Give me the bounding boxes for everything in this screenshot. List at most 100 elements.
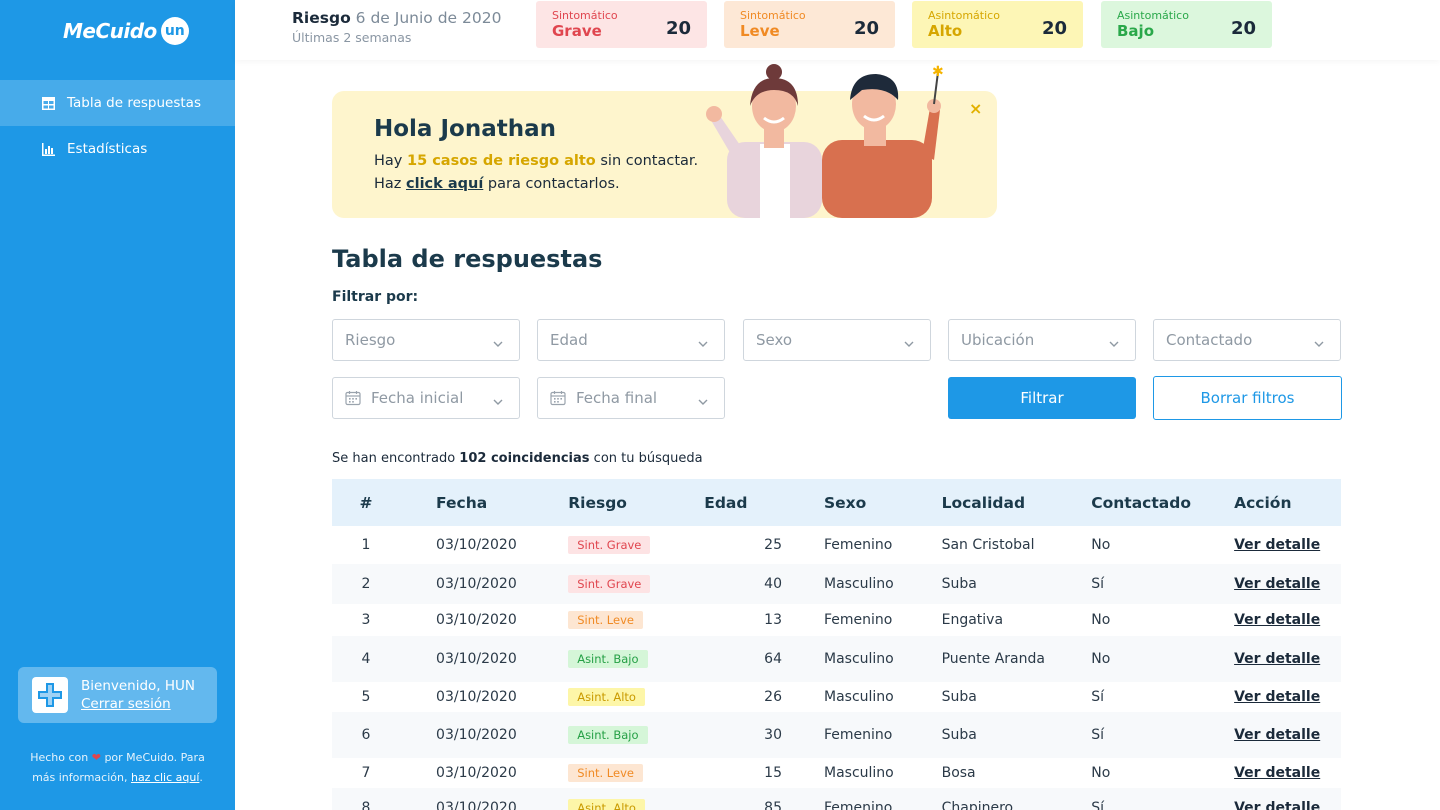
cell-fecha: 03/10/2020	[436, 800, 517, 810]
filter-riesgo-placeholder: Riesgo	[345, 331, 396, 349]
column-header: Edad	[704, 493, 748, 512]
table-body: 1 03/10/2020 Sint. Grave 25 Femenino San Cris…	[332, 526, 1341, 810]
cell-edad: 30	[764, 727, 782, 743]
cell-riesgo: Sint. Grave	[568, 575, 704, 593]
cell-riesgo: Asint. Bajo	[568, 650, 704, 668]
column-header: Fecha	[436, 493, 488, 512]
filter-edad-select[interactable]: Edad	[537, 319, 725, 361]
column-header: #	[359, 493, 373, 512]
stat-category: Asintomático	[928, 9, 1000, 22]
sidebar-nav: Tabla de respuestas Estadísticas	[0, 80, 235, 172]
sidebar-item-estadisticas[interactable]: Estadísticas	[0, 126, 235, 172]
cell-contactado: Sí	[1091, 800, 1105, 810]
footer-suffix: .	[199, 771, 203, 784]
cell-edad: 64	[764, 651, 782, 667]
table-row: 5 03/10/2020 Asint. Alto 26 Masculino Suba Sí V…	[332, 682, 1341, 712]
cell-localidad: Engativa	[941, 612, 1004, 628]
brand-logo[interactable]: MeCuido un	[63, 17, 189, 45]
cell-edad: 15	[764, 765, 782, 781]
chevron-down-icon	[1109, 335, 1119, 353]
filter-contactado-select[interactable]: Contactado	[1153, 319, 1341, 361]
risk-stat-card[interactable]: Sintomático Grave 20	[536, 1, 707, 48]
cell-number: 6	[361, 727, 371, 743]
cell-accion: Ver detalle	[1234, 612, 1341, 628]
cell-riesgo: Asint. Bajo	[568, 726, 704, 744]
results-prefix: Se han encontrado	[332, 451, 456, 466]
ver-detalle-link[interactable]: Ver detalle	[1234, 612, 1320, 628]
stat-category: Sintomático	[552, 9, 618, 22]
filter-fecha-inicial-placeholder: Fecha inicial	[371, 389, 464, 407]
filter-riesgo-select[interactable]: Riesgo	[332, 319, 520, 361]
user-greeting: Bienvenido, HUN	[81, 678, 196, 694]
cell-fecha: 03/10/2020	[436, 727, 517, 743]
risk-badge: Sint. Grave	[568, 536, 651, 554]
filter-fecha-final-placeholder: Fecha final	[576, 389, 658, 407]
ver-detalle-link[interactable]: Ver detalle	[1234, 800, 1320, 810]
sidebar-item-label: Estadísticas	[67, 141, 148, 157]
cell-fecha: 03/10/2020	[436, 537, 517, 553]
cell-number: 3	[361, 612, 371, 628]
cell-number: 4	[361, 651, 371, 667]
stat-count: 20	[853, 18, 879, 39]
table-row: 6 03/10/2020 Asint. Bajo 30 Femenino Suba Sí Ve…	[332, 712, 1341, 758]
ver-detalle-link[interactable]: Ver detalle	[1234, 727, 1320, 743]
cell-number: 1	[361, 537, 371, 553]
banner-contact-link[interactable]: click aquí	[406, 176, 483, 192]
cell-accion: Ver detalle	[1234, 727, 1341, 743]
clear-filters-button[interactable]: Borrar filtros	[1153, 376, 1342, 420]
filter-fecha-final[interactable]: Fecha final	[537, 377, 725, 419]
cell-contactado: Sí	[1091, 576, 1105, 592]
chevron-down-icon	[493, 393, 503, 411]
chevron-down-icon	[698, 335, 708, 353]
risk-stat-card[interactable]: Sintomático Leve 20	[724, 1, 895, 48]
banner-line1-suffix: sin contactar.	[600, 153, 699, 169]
sidebar-item-tabla[interactable]: Tabla de respuestas	[0, 80, 235, 126]
ver-detalle-link[interactable]: Ver detalle	[1234, 576, 1320, 592]
responses-table: # Fecha Riesgo Edad Sexo Localidad Conta…	[332, 479, 1341, 810]
filter-contactado-placeholder: Contactado	[1166, 331, 1253, 349]
filter-button[interactable]: Filtrar	[948, 377, 1136, 419]
cell-fecha: 03/10/2020	[436, 612, 517, 628]
heart-icon: ❤	[91, 751, 101, 764]
chevron-down-icon	[904, 335, 914, 353]
cell-accion: Ver detalle	[1234, 689, 1341, 705]
risk-stat-card[interactable]: Asintomático Alto 20	[912, 1, 1083, 48]
column-header: Sexo	[824, 493, 867, 512]
filter-fecha-inicial[interactable]: Fecha inicial	[332, 377, 520, 419]
cell-number: 5	[361, 689, 371, 705]
banner-line-1: Hay 15 casos de riesgo alto sin contacta…	[374, 153, 698, 169]
cell-localidad: Suba	[941, 727, 977, 743]
close-icon[interactable]: ×	[969, 99, 982, 118]
cell-sexo: Femenino	[824, 537, 893, 553]
chevron-down-icon	[1314, 335, 1324, 353]
footer-link[interactable]: haz clic aquí	[131, 771, 199, 784]
ver-detalle-link[interactable]: Ver detalle	[1234, 537, 1320, 553]
cell-sexo: Masculino	[824, 689, 894, 705]
cell-sexo: Femenino	[824, 800, 893, 810]
table-row: 8 03/10/2020 Asint. Alto 85 Femenino Chapiner…	[332, 788, 1341, 810]
risk-stat-card[interactable]: Asintomático Bajo 20	[1101, 1, 1272, 48]
chevron-down-icon	[698, 393, 708, 411]
filter-ubicacion-placeholder: Ubicación	[961, 331, 1035, 349]
logout-link[interactable]: Cerrar sesión	[81, 695, 195, 713]
banner-title: Hola Jonathan	[374, 116, 556, 142]
ver-detalle-link[interactable]: Ver detalle	[1234, 765, 1320, 781]
banner-line2-prefix: Haz	[374, 176, 402, 192]
filter-ubicacion-select[interactable]: Ubicación	[948, 319, 1136, 361]
cell-contactado: No	[1091, 765, 1111, 781]
filter-sexo-select[interactable]: Sexo	[743, 319, 931, 361]
risk-badge: Asint. Alto	[568, 688, 645, 706]
stat-category: Asintomático	[1117, 9, 1189, 22]
risk-badge: Asint. Alto	[568, 799, 645, 810]
ver-detalle-link[interactable]: Ver detalle	[1234, 651, 1320, 667]
banner-line-2: Haz click aquí para contactarlos.	[374, 176, 620, 192]
cell-sexo: Femenino	[824, 612, 893, 628]
risk-date: 6 de Junio de 2020	[355, 9, 502, 27]
cell-localidad: Puente Aranda	[941, 651, 1045, 667]
table-row: 2 03/10/2020 Sint. Grave 40 Masculino Suba Sí V…	[332, 564, 1341, 604]
cell-accion: Ver detalle	[1234, 800, 1341, 810]
stat-category: Sintomático	[740, 9, 806, 22]
ver-detalle-link[interactable]: Ver detalle	[1234, 689, 1320, 705]
cell-contactado: Sí	[1091, 727, 1105, 743]
cell-localidad: San Cristobal	[941, 537, 1035, 553]
